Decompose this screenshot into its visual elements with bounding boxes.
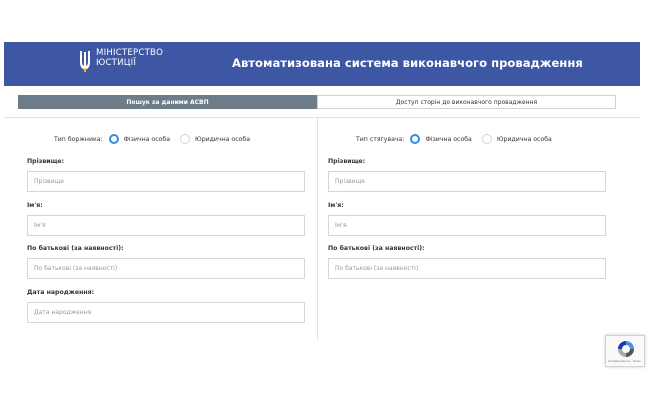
field-label: Дата народження: xyxy=(27,289,95,296)
creditor-type-label: Тип стягувача: xyxy=(356,135,405,143)
field-label: Ім'я: xyxy=(27,202,43,209)
logo-line-2: ЮСТИЦІЇ xyxy=(96,58,137,68)
debtor-name-field: Ім'я: Ім'я xyxy=(27,202,305,236)
debtor-radio-legal[interactable]: Юридична особа xyxy=(180,134,250,144)
debtor-birthdate-input[interactable]: Дата народження xyxy=(27,302,305,323)
radio-label: Юридична особа xyxy=(496,135,552,143)
radio-label: Юридична особа xyxy=(195,135,250,143)
logo-text: МІНІСТЕРСТВО ЮСТИЦІЇ xyxy=(96,48,163,68)
radio-selected-icon xyxy=(410,134,421,144)
ministry-logo[interactable]: МІНІСТЕРСТВО ЮСТИЦІЇ xyxy=(78,48,163,73)
creditor-surname-input[interactable]: Прізвище xyxy=(328,171,606,192)
debtor-surname-field: Прізвище: Прізвище xyxy=(27,158,305,192)
radio-unselected-icon xyxy=(481,134,492,144)
radio-label: Фізична особа xyxy=(123,135,171,143)
creditor-patronymic-field: По батькові (за наявності): По батькові … xyxy=(328,245,606,279)
debtor-birthdate-field: Дата народження: Дата народження xyxy=(27,289,305,323)
creditor-name-field: Ім'я: Ім'я xyxy=(328,202,606,236)
logo-line-1: МІНІСТЕРСТВО xyxy=(96,48,164,58)
debtor-type-row: Тип боржника: Фізична особа Юридична осо… xyxy=(54,134,260,144)
radio-label: Фізична особа xyxy=(425,135,472,143)
tab-search-asvp[interactable]: Пошук за даними АСВП xyxy=(18,95,317,109)
debtor-patronymic-input[interactable]: По батькові (за наявності) xyxy=(27,258,305,279)
recaptcha-icon xyxy=(618,341,634,357)
field-label: Ім'я: xyxy=(328,202,344,209)
tab-parties-access[interactable]: Доступ сторін до виконавчого провадження xyxy=(317,95,616,109)
creditor-radio-legal[interactable]: Юридична особа xyxy=(481,134,552,144)
site-header: МІНІСТЕРСТВО ЮСТИЦІЇ Автоматизована сист… xyxy=(4,42,640,86)
tab-bar: Пошук за даними АСВП Доступ сторін до ви… xyxy=(18,95,616,109)
creditor-surname-field: Прізвище: Прізвище xyxy=(328,158,606,192)
field-label: По батькові (за наявності): xyxy=(328,245,425,252)
debtor-surname-input[interactable]: Прізвище xyxy=(27,171,305,192)
field-label: Прізвище: xyxy=(328,158,366,165)
debtor-patronymic-field: По батькові (за наявності): По батькові … xyxy=(27,245,305,279)
debtor-name-input[interactable]: Ім'я xyxy=(27,215,305,236)
recaptcha-badge[interactable]: Конфіденційність - Умови xyxy=(605,335,645,367)
creditor-name-input[interactable]: Ім'я xyxy=(328,215,606,236)
field-label: По батькові (за наявності): xyxy=(27,245,124,252)
trident-icon xyxy=(80,51,90,72)
page-title: Автоматизована система виконавчого прова… xyxy=(232,56,583,70)
field-label: Прізвище: xyxy=(27,158,65,165)
debtor-type-label: Тип боржника: xyxy=(54,135,103,143)
radio-unselected-icon xyxy=(180,134,191,144)
recaptcha-text: Конфіденційність - Умови xyxy=(608,360,641,363)
creditor-patronymic-input[interactable]: По батькові (за наявності) xyxy=(328,258,606,279)
divider-vertical xyxy=(317,118,318,340)
divider-horizontal xyxy=(4,117,640,118)
debtor-radio-individual[interactable]: Фізична особа xyxy=(108,134,171,144)
radio-selected-icon xyxy=(108,134,119,144)
creditor-type-row: Тип стягувача: Фізична особа Юридична ос… xyxy=(356,134,562,144)
creditor-radio-individual[interactable]: Фізична особа xyxy=(410,134,472,144)
